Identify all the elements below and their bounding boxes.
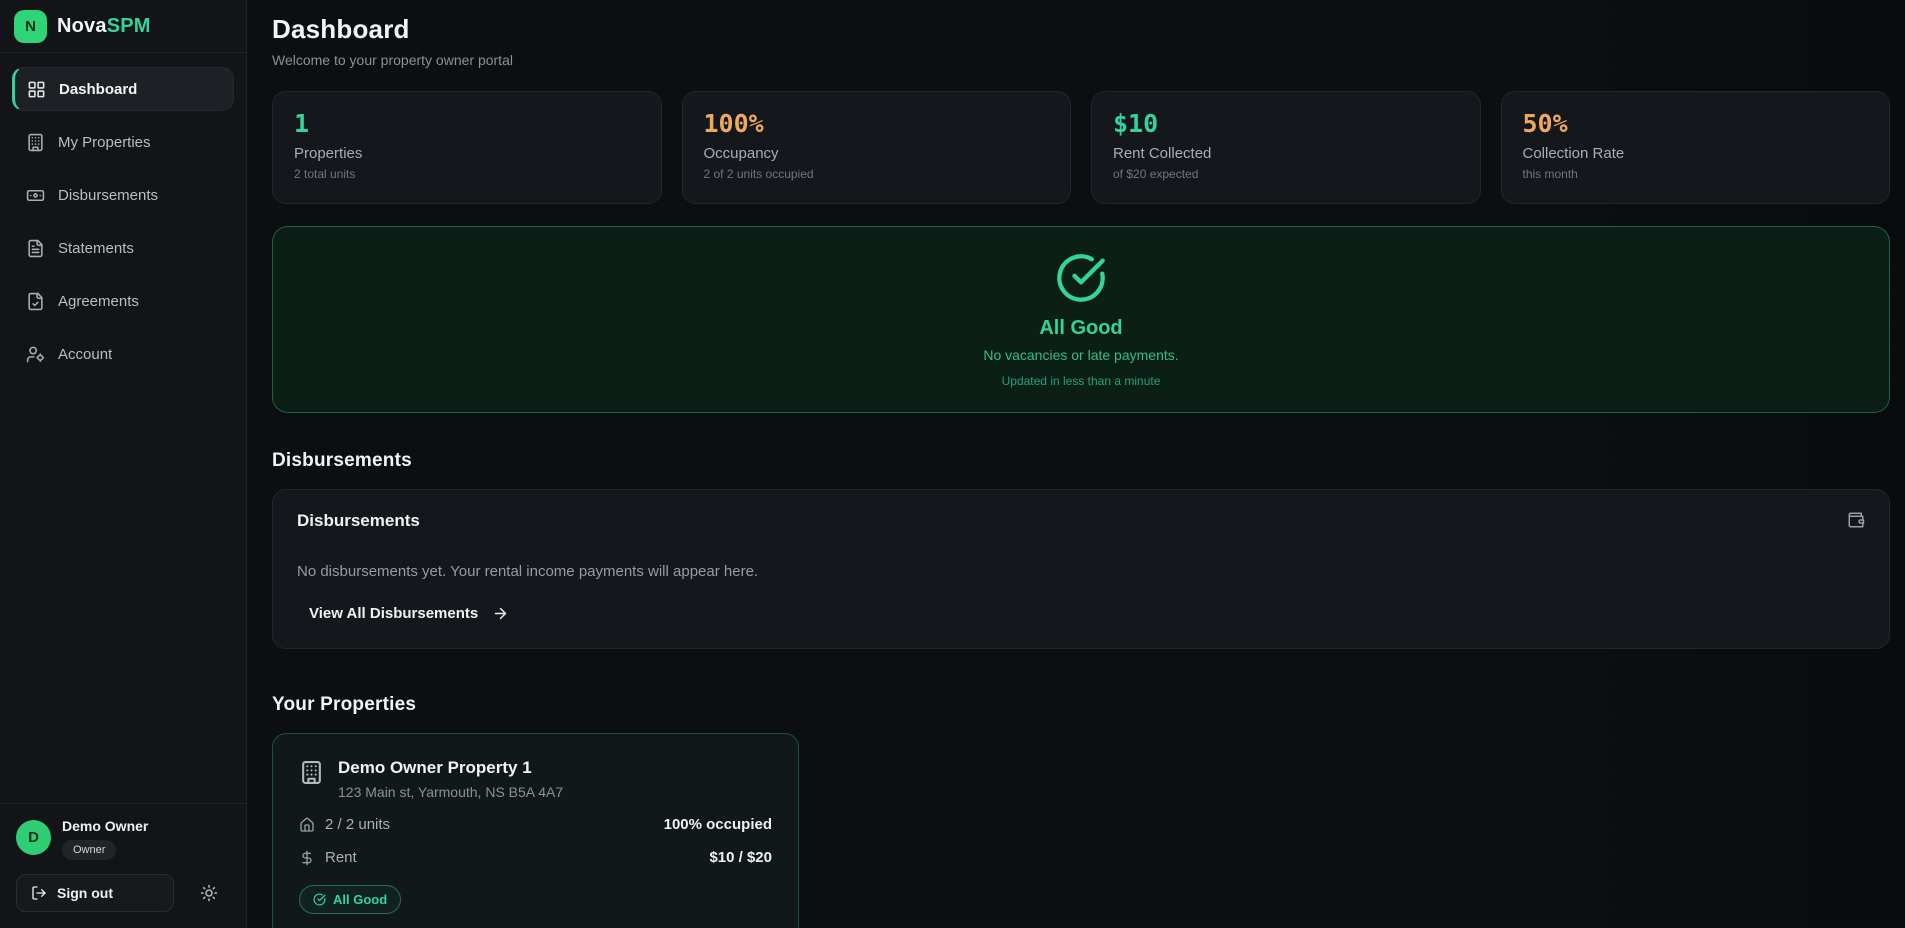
property-occupancy: 100% occupied <box>664 816 772 833</box>
stat-value: 100% <box>704 111 1050 136</box>
main-content: Dashboard Welcome to your property owner… <box>247 0 1905 928</box>
sidebar-item-disbursements[interactable]: Disbursements <box>12 173 234 217</box>
stat-value: 50% <box>1523 111 1869 136</box>
stat-card-occupancy: 100% Occupancy 2 of 2 units occupied <box>682 91 1072 204</box>
sidebar-item-label: Agreements <box>58 293 139 310</box>
circle-check-icon <box>1055 252 1107 304</box>
brand: N NovaSPM <box>0 0 246 53</box>
stat-sub: 2 total units <box>294 167 640 181</box>
brand-name-primary: Nova <box>57 15 107 37</box>
status-banner: All Good No vacancies or late payments. … <box>272 226 1890 413</box>
property-address: 123 Main st, Yarmouth, NS B5A 4A7 <box>338 784 563 800</box>
property-name: Demo Owner Property 1 <box>338 758 563 778</box>
building-icon <box>26 133 45 152</box>
sidebar-item-label: Disbursements <box>58 187 158 204</box>
view-all-disbursements-button[interactable]: View All Disbursements <box>297 603 509 624</box>
brand-logo-icon: N <box>14 10 47 43</box>
stats-grid: 1 Properties 2 total units 100% Occupanc… <box>272 91 1890 204</box>
stat-card-rent-collected: $10 Rent Collected of $20 expected <box>1091 91 1481 204</box>
dollar-sign-icon <box>299 850 315 866</box>
wallet-icon <box>1847 511 1865 529</box>
page-subtitle: Welcome to your property owner portal <box>272 52 1890 68</box>
house-icon <box>299 817 315 833</box>
sidebar-item-statements[interactable]: Statements <box>12 226 234 270</box>
brand-name-accent: SPM <box>107 15 151 37</box>
stat-value: $10 <box>1113 111 1459 136</box>
property-rent-row: Rent $10 / $20 <box>299 849 772 866</box>
status-message: No vacancies or late payments. <box>983 347 1178 363</box>
avatar: D <box>16 820 51 855</box>
banknote-icon <box>26 186 45 205</box>
disbursements-empty-message: No disbursements yet. Your rental income… <box>297 563 1865 580</box>
sun-icon[interactable] <box>200 884 218 902</box>
stat-card-collection-rate: 50% Collection Rate this month <box>1501 91 1891 204</box>
stat-label: Collection Rate <box>1523 145 1869 162</box>
disbursements-card: Disbursements No disbursements yet. Your… <box>272 489 1890 649</box>
circle-check-icon <box>313 893 326 906</box>
sidebar-item-account[interactable]: Account <box>12 332 234 376</box>
sidebar-item-label: Account <box>58 346 112 363</box>
sidebar-item-label: Statements <box>58 240 134 257</box>
building-icon <box>299 760 324 785</box>
sign-out-label: Sign out <box>57 885 113 901</box>
role-badge: Owner <box>62 840 116 860</box>
stat-sub: 2 of 2 units occupied <box>704 167 1050 181</box>
file-text-icon <box>26 239 45 258</box>
user-name: Demo Owner <box>62 818 148 834</box>
sidebar-item-label: My Properties <box>58 134 151 151</box>
status-title: All Good <box>1039 317 1122 340</box>
arrow-right-icon <box>492 605 509 622</box>
stat-sub: of $20 expected <box>1113 167 1459 181</box>
property-rent-value: $10 / $20 <box>709 849 772 866</box>
log-out-icon <box>31 885 47 901</box>
property-card[interactable]: Demo Owner Property 1 123 Main st, Yarmo… <box>272 733 799 928</box>
stat-sub: this month <box>1523 167 1869 181</box>
stat-value: 1 <box>294 111 640 136</box>
user-cog-icon <box>26 345 45 364</box>
stat-label: Rent Collected <box>1113 145 1459 162</box>
property-status-label: All Good <box>333 892 387 907</box>
stat-label: Occupancy <box>704 145 1050 162</box>
sidebar-item-dashboard[interactable]: Dashboard <box>12 67 234 111</box>
file-check-icon <box>26 292 45 311</box>
properties-section-title: Your Properties <box>272 694 1890 716</box>
stat-label: Properties <box>294 145 640 162</box>
stat-card-properties: 1 Properties 2 total units <box>272 91 662 204</box>
sign-out-button[interactable]: Sign out <box>16 874 174 912</box>
property-rent-label: Rent <box>325 849 357 866</box>
property-units: 2 / 2 units <box>325 816 390 833</box>
page-title: Dashboard <box>272 14 1890 45</box>
sidebar-item-label: Dashboard <box>59 81 137 98</box>
brand-name: NovaSPM <box>57 15 151 38</box>
property-status-badge: All Good <box>299 885 401 914</box>
property-units-row: 2 / 2 units 100% occupied <box>299 816 772 833</box>
view-all-label: View All Disbursements <box>309 605 478 622</box>
sidebar-nav: Dashboard My Properties Disbursements St… <box>0 53 246 390</box>
sidebar: N NovaSPM Dashboard My Properties Disbur… <box>0 0 247 928</box>
layout-grid-icon <box>27 80 46 99</box>
sidebar-item-my-properties[interactable]: My Properties <box>12 120 234 164</box>
sidebar-item-agreements[interactable]: Agreements <box>12 279 234 323</box>
user-panel: D Demo Owner Owner Sign out <box>0 803 246 928</box>
disbursements-section-title: Disbursements <box>272 450 1890 472</box>
status-updated: Updated in less than a minute <box>1002 374 1161 388</box>
disbursements-card-title: Disbursements <box>297 511 420 531</box>
